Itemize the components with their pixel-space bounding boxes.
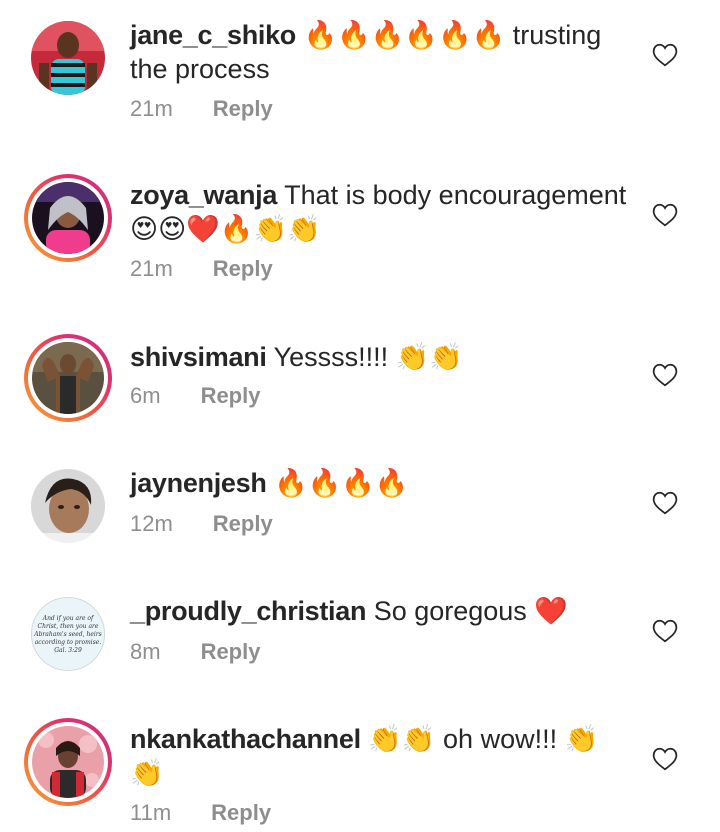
comment-text: jaynenjesh 🔥🔥🔥🔥 <box>130 466 630 500</box>
avatar-image <box>32 726 104 798</box>
comment-time: 11m <box>130 800 172 825</box>
heart-outline-icon[interactable] <box>652 619 678 643</box>
svg-text:according to promise.: according to promise. <box>35 639 102 646</box>
avatar[interactable] <box>24 462 112 550</box>
comment-username[interactable]: nkankathachannel <box>130 724 361 754</box>
comment-item: And if you are of Christ, then you are A… <box>0 576 720 694</box>
comment-text: nkankathachannel 👏👏 oh wow!!! 👏👏 <box>130 722 630 790</box>
heart-outline-icon[interactable] <box>652 203 678 227</box>
comment-username[interactable]: zoya_wanja <box>130 180 277 210</box>
comment-body: 🔥🔥🔥🔥 <box>274 468 409 498</box>
comment-item: nkankathachannel 👏👏 oh wow!!! 👏👏 11m Rep… <box>0 704 720 832</box>
avatar-image <box>32 342 104 414</box>
comment-meta: 8m Reply <box>130 639 260 665</box>
comment-time: 8m <box>130 639 161 664</box>
svg-text:Gal. 3:29: Gal. 3:29 <box>54 647 82 654</box>
heart-outline-icon[interactable] <box>652 363 678 387</box>
comment-time: 21m <box>130 256 173 281</box>
comment-meta: 21m Reply <box>130 96 273 122</box>
reply-button[interactable]: Reply <box>213 96 273 122</box>
comment-meta: 6m Reply <box>130 383 260 409</box>
comment-meta: 11m Reply <box>130 800 271 826</box>
heart-outline-icon[interactable] <box>652 43 678 67</box>
comment-meta: 12m Reply <box>130 511 273 537</box>
comment-text: jane_c_shiko 🔥🔥🔥🔥🔥🔥 trusting the process <box>130 18 630 86</box>
comment-username[interactable]: jane_c_shiko <box>130 20 296 50</box>
comment-item: jaynenjesh 🔥🔥🔥🔥 12m Reply <box>0 448 720 566</box>
avatar-image <box>32 182 104 254</box>
reply-button[interactable]: Reply <box>211 800 271 826</box>
comment-time: 21m <box>130 96 173 121</box>
comment-meta: 21m Reply <box>130 256 273 282</box>
comment-body: Yessss!!!! 👏👏 <box>273 342 463 372</box>
reply-button[interactable]: Reply <box>201 383 261 409</box>
avatar-caption-art: And if you are of Christ, then you are A… <box>32 598 104 670</box>
svg-text:Abraham's seed, heirs: Abraham's seed, heirs <box>33 631 102 638</box>
comment-body: So goregous ❤️ <box>373 596 568 626</box>
comment-username[interactable]: _proudly_christian <box>130 596 366 626</box>
avatar-image: And if you are of Christ, then you are A… <box>31 597 105 671</box>
avatar[interactable] <box>24 174 112 262</box>
comment-username[interactable]: shivsimani <box>130 342 267 372</box>
avatar[interactable] <box>24 14 112 102</box>
avatar[interactable] <box>24 718 112 806</box>
reply-button[interactable]: Reply <box>213 511 273 537</box>
avatar[interactable]: And if you are of Christ, then you are A… <box>24 590 112 678</box>
comment-item: jane_c_shiko 🔥🔥🔥🔥🔥🔥 trusting the process… <box>0 0 720 140</box>
comment-item: shivsimani Yessss!!!! 👏👏 6m Reply <box>0 320 720 438</box>
comment-time: 12m <box>130 511 173 536</box>
svg-text:And if you are of: And if you are of <box>42 615 95 622</box>
comment-item: zoya_wanja That is body encouragement 😍😍… <box>0 160 720 300</box>
comment-username[interactable]: jaynenjesh <box>130 468 267 498</box>
reply-button[interactable]: Reply <box>213 256 273 282</box>
heart-outline-icon[interactable] <box>652 747 678 771</box>
svg-text:Christ, then you are: Christ, then you are <box>38 623 99 630</box>
comment-text: shivsimani Yessss!!!! 👏👏 <box>130 340 630 374</box>
avatar-image <box>31 21 105 95</box>
avatar-image <box>31 469 105 543</box>
heart-outline-icon[interactable] <box>652 491 678 515</box>
comment-text: zoya_wanja That is body encouragement 😍😍… <box>130 178 630 246</box>
comment-text: _proudly_christian So goregous ❤️ <box>130 594 630 628</box>
reply-button[interactable]: Reply <box>201 639 261 665</box>
comment-time: 6m <box>130 383 161 408</box>
avatar[interactable] <box>24 334 112 422</box>
